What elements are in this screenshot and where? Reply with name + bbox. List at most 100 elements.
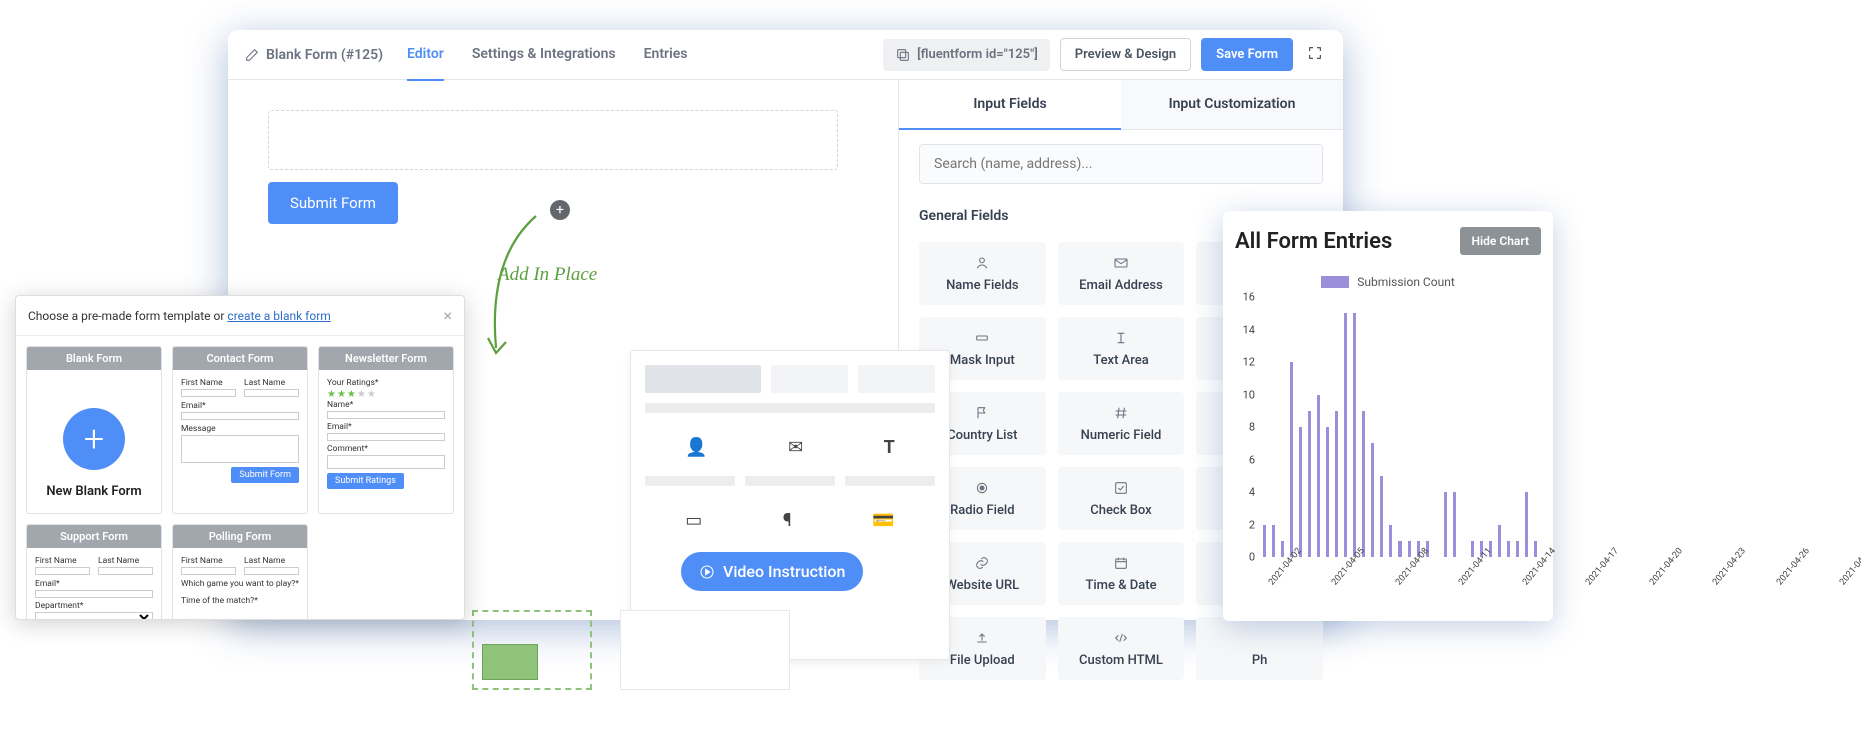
chart-bar[interactable] [1371,443,1374,557]
mask-icon: ▭ [685,510,702,531]
legend-label: Submission Count [1357,275,1455,289]
x-tick [1769,581,1777,587]
chart-bar[interactable] [1389,525,1392,558]
tab-entries[interactable]: Entries [644,29,688,81]
field-card-name-fields[interactable]: Name Fields [919,242,1046,305]
add-in-place-label: Add In Place [498,264,597,286]
field-label: Website URL [945,578,1019,593]
chart-bar[interactable] [1308,411,1311,557]
edit-icon [244,47,260,63]
field-card-time-&-date[interactable]: Time & Date [1058,542,1185,605]
hide-chart-button[interactable]: Hide Chart [1460,227,1541,255]
chart-bar[interactable] [1362,411,1365,557]
shortcode-display[interactable]: [fluentform id="125"] [883,39,1050,71]
template-blank-form[interactable]: Blank Form + New Blank Form [26,346,162,514]
close-button[interactable]: × [443,306,452,325]
field-label: First Name [181,378,236,388]
field-label: Email* [35,579,153,589]
y-axis: 0246810121416 [1235,297,1259,557]
preview-button[interactable]: Preview & Design [1060,38,1191,71]
calendar-icon [1113,554,1129,572]
chart-bar[interactable] [1335,411,1338,557]
chart-bar[interactable] [1534,541,1537,557]
field-card-ph[interactable]: Ph [1196,617,1323,680]
preview-tab-active[interactable] [645,365,761,393]
copy-icon [895,47,911,63]
field-card-numeric-field[interactable]: Numeric Field [1058,392,1185,455]
template-polling-form[interactable]: Polling Form First Name Last Name Which … [172,524,308,620]
field-card-email-address[interactable]: Email Address [1058,242,1185,305]
chart-bar[interactable] [1444,492,1447,557]
video-instruction-button[interactable]: Video Instruction [681,552,863,591]
form-title[interactable]: Blank Form (#125) [244,47,383,63]
field-card-text-area[interactable]: Text Area [1058,317,1185,380]
y-tick: 16 [1243,291,1255,304]
chart-bar[interactable] [1290,362,1293,557]
search-input[interactable] [919,144,1323,184]
text-icon: T [884,437,895,458]
tab-input-fields[interactable]: Input Fields [899,80,1121,130]
chart-bar[interactable] [1498,525,1501,558]
chart-bar[interactable] [1516,541,1519,557]
search-box [919,144,1323,184]
sidebar-tabs: Input Fields Input Customization [899,80,1343,130]
dropzone[interactable] [268,110,838,170]
chart-bar[interactable] [1344,313,1347,557]
submit-form-button[interactable]: Submit Form [268,182,398,224]
field-label: Name* [327,400,445,410]
template-contact-form[interactable]: Contact Form First Name Last Name Email*… [172,346,308,514]
preview-icons-row: 👤 ✉ T [645,437,935,458]
chart-bar[interactable] [1398,541,1401,557]
add-field-button[interactable]: + [550,200,570,220]
chart-bar[interactable] [1281,541,1284,557]
chart-bar[interactable] [1507,541,1510,557]
preview-tab[interactable] [858,365,935,393]
mask-icon [974,329,990,347]
section-label: General Fields [919,208,1008,224]
template-newsletter-form[interactable]: Newsletter Form Your Ratings* ★★★★★ Name… [318,346,454,514]
drag-placeholder[interactable] [472,610,592,690]
link-icon [974,554,990,572]
tab-settings[interactable]: Settings & Integrations [472,29,616,81]
chart-bar[interactable] [1317,395,1320,558]
chart-bar[interactable] [1272,525,1275,558]
template-submit-button: Submit Ratings [327,473,404,489]
form-title-text: Blank Form (#125) [266,47,383,63]
chart-bar[interactable] [1299,427,1302,557]
template-grid-row2: Support Form First Name Last Name Email*… [16,524,464,620]
chart-bar[interactable] [1525,492,1528,557]
play-icon [699,564,715,580]
tab-input-customization[interactable]: Input Customization [1121,80,1343,130]
chart-bar[interactable] [1471,541,1474,557]
preview-tab[interactable] [771,365,848,393]
tab-editor[interactable]: Editor [407,29,444,81]
template-support-form[interactable]: Support Form First Name Last Name Email*… [26,524,162,620]
chart-bar[interactable] [1353,313,1356,557]
fullscreen-button[interactable] [1303,41,1327,69]
field-label: Last Name [244,378,299,388]
save-form-button[interactable]: Save Form [1201,38,1293,71]
chart-bar[interactable] [1408,541,1411,557]
paragraph-icon: ¶ [783,510,792,531]
template-title: Contact Form [173,347,307,370]
placeholder-box [620,610,790,690]
x-tick: 2021-04-20 [1648,546,1685,587]
chart-bar[interactable] [1380,476,1383,557]
field-label: Your Ratings* [327,378,445,388]
arrow-annotation [478,208,558,368]
template-title: Blank Form [27,347,161,370]
new-blank-label: New Blank Form [46,484,141,499]
chart-bar[interactable] [1326,427,1329,557]
create-blank-form-link[interactable]: create a blank form [227,309,330,323]
department-select [35,612,153,620]
x-tick: 2021-04-29 [1838,546,1861,587]
chart-bar[interactable] [1453,492,1456,557]
field-label: File Upload [950,653,1015,668]
chart-bar[interactable] [1263,525,1266,558]
field-label: Comment* [327,444,445,454]
field-card-check-box[interactable]: Check Box [1058,467,1185,530]
topbar: Blank Form (#125) Editor Settings & Inte… [228,30,1343,80]
field-label: Message [181,424,299,434]
y-tick: 4 [1249,486,1255,499]
field-card-custom-html[interactable]: Custom HTML [1058,617,1185,680]
